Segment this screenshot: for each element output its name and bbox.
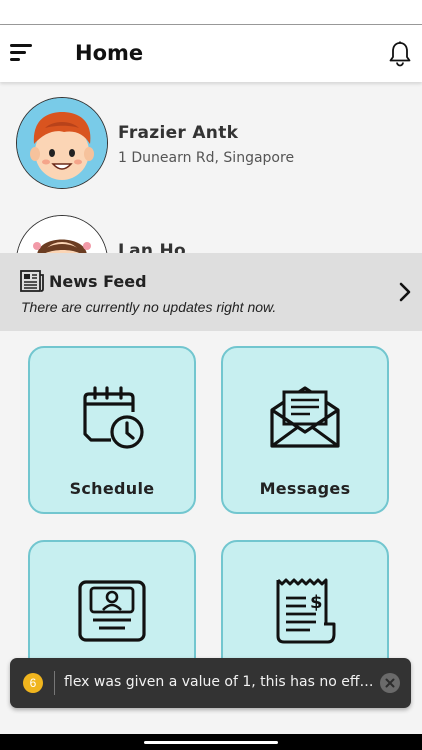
chevron-right-icon	[399, 282, 411, 302]
bell-icon	[389, 41, 411, 67]
id-card-icon	[78, 580, 146, 642]
envelope-icon	[270, 386, 340, 448]
notifications-button[interactable]	[388, 41, 412, 67]
toast-message: flex was given a value of 1, this has no…	[64, 674, 376, 690]
profile-list: Frazier Antk 1 Dunearn Rd, Singapore Lan…	[0, 82, 422, 253]
news-feed-banner[interactable]: News Feed There are currently no updates…	[0, 253, 422, 331]
profile-name: Frazier Antk	[118, 123, 239, 143]
svg-text:$: $	[310, 592, 323, 613]
close-icon	[385, 678, 395, 688]
profile-item[interactable]: Frazier Antk 1 Dunearn Rd, Singapore	[0, 97, 422, 207]
app-header: Home	[0, 25, 422, 82]
profile-address: 1 Dunearn Rd, Singapore	[118, 150, 295, 166]
warning-toast[interactable]: 6 flex was given a value of 1, this has …	[10, 658, 411, 708]
toast-divider	[54, 671, 55, 695]
schedule-label: Schedule	[69, 479, 155, 498]
system-nav-bar	[0, 734, 422, 750]
avatar	[16, 215, 108, 253]
page-title: Home	[75, 41, 144, 65]
messages-tile[interactable]: Messages	[221, 346, 389, 514]
schedule-tile[interactable]: Schedule	[28, 346, 196, 514]
newspaper-icon	[20, 270, 44, 292]
avatar	[16, 97, 108, 189]
warning-count-badge: 6	[23, 673, 43, 693]
news-feed-message: There are currently no updates right now…	[21, 299, 277, 315]
calendar-clock-icon	[83, 386, 144, 449]
messages-label: Messages	[259, 479, 351, 498]
home-indicator[interactable]	[144, 741, 278, 744]
profile-name: Lan Ho	[118, 241, 187, 253]
menu-icon	[10, 44, 32, 61]
girl-avatar-icon	[17, 216, 107, 253]
receipt-icon: $	[276, 578, 336, 644]
menu-button[interactable]	[10, 43, 34, 63]
status-bar	[0, 0, 422, 25]
boy-avatar-icon	[17, 98, 107, 188]
main-content: Frazier Antk 1 Dunearn Rd, Singapore Lan…	[0, 82, 422, 734]
toast-close-button[interactable]	[380, 673, 400, 693]
profile-item[interactable]: Lan Ho	[0, 215, 422, 253]
news-feed-title: News Feed	[49, 272, 147, 291]
